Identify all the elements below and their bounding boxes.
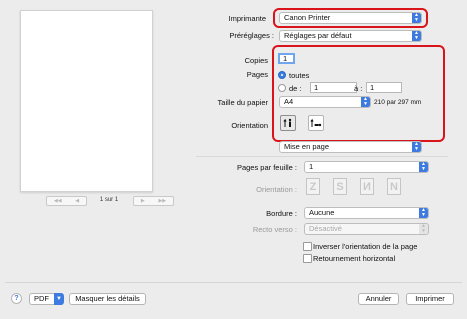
border-select[interactable]: Aucune ▲ ▼: [304, 207, 429, 219]
pages-per-sheet-label: Pages par feuille :: [236, 163, 297, 172]
two-sided-select[interactable]: Désactivé ▲ ▼: [304, 223, 429, 235]
previous-page-buttons[interactable]: ◀◀ ◀: [46, 196, 87, 206]
copies-label: Copies: [244, 56, 268, 65]
layout-n-icon: N: [387, 178, 401, 195]
chevron-updown-icon: ▲ ▼: [412, 31, 421, 41]
next-page-buttons[interactable]: ▶ ▶▶: [133, 196, 174, 206]
paper-size-label: Taille du papier: [217, 98, 268, 107]
layout-direction-label: Orientation :: [256, 185, 297, 194]
print-preview: [20, 10, 153, 192]
reverse-orientation-label: Inverser l'orientation de la page: [313, 242, 418, 251]
chevron-updown-icon: ▲ ▼: [419, 208, 428, 218]
chevron-down-icon[interactable]: ▼: [54, 293, 64, 305]
two-sided-label: Recto verso :: [252, 225, 297, 234]
section-menu-value: Mise en page: [284, 142, 330, 151]
page-indicator: 1 sur 1: [99, 197, 119, 203]
chevron-updown-icon: ▲ ▼: [412, 142, 421, 152]
layout-s-icon: S: [333, 178, 347, 195]
layout-n-reverse-icon: И: [360, 178, 374, 195]
section-divider: [196, 156, 448, 157]
layout-z-icon: Z: [306, 178, 320, 195]
section-menu-select[interactable]: Mise en page ▲ ▼: [279, 141, 422, 153]
hide-details-button[interactable]: Masquer les détails: [69, 293, 146, 305]
previous-page-icon[interactable]: ◀: [75, 198, 79, 204]
highlight-page-settings: [272, 45, 445, 142]
flip-horizontal-checkbox[interactable]: [303, 254, 312, 263]
flip-horizontal-label: Retournement horizontal: [313, 254, 396, 263]
chevron-updown-icon: ▲ ▼: [419, 162, 428, 172]
print-button[interactable]: Imprimer: [406, 293, 454, 305]
presets-label: Préréglages :: [229, 31, 274, 40]
last-page-icon[interactable]: ▶▶: [158, 198, 166, 204]
cancel-button[interactable]: Annuler: [358, 293, 399, 305]
pages-per-sheet-select[interactable]: 1 ▲ ▼: [304, 161, 429, 173]
footer-divider: [5, 282, 462, 283]
border-value: Aucune: [309, 208, 335, 217]
orientation-label: Orientation: [231, 121, 268, 130]
reverse-orientation-checkbox[interactable]: [303, 242, 312, 251]
next-page-icon[interactable]: ▶: [141, 198, 145, 204]
presets-value: Réglages par défaut: [284, 31, 352, 40]
chevron-updown-icon: ▲ ▼: [419, 224, 428, 234]
border-label: Bordure :: [266, 209, 297, 218]
pages-label: Pages: [246, 70, 268, 79]
two-sided-value: Désactivé: [309, 224, 342, 233]
pdf-label: PDF: [34, 294, 49, 303]
first-page-icon[interactable]: ◀◀: [54, 198, 62, 204]
pages-per-sheet-value: 1: [309, 162, 314, 171]
presets-select[interactable]: Réglages par défaut ▲ ▼: [279, 30, 422, 42]
highlight-printer: [273, 8, 428, 28]
pdf-menu-button[interactable]: PDF: [29, 293, 56, 305]
printer-label: Imprimante: [228, 14, 266, 23]
help-button[interactable]: ?: [11, 293, 22, 304]
